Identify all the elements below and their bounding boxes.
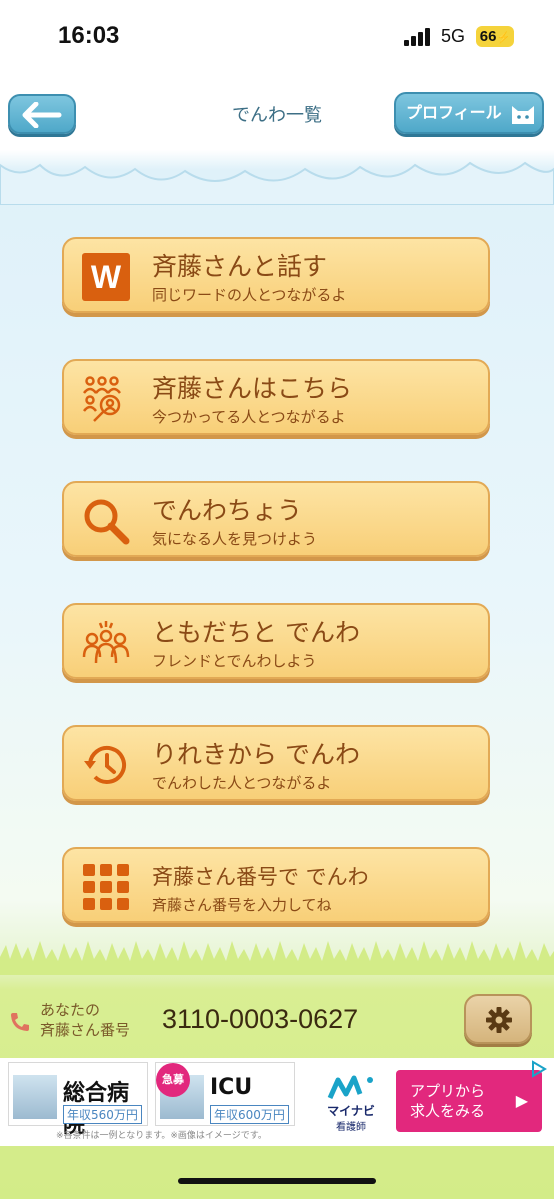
- menu-subtitle: でんわした人とつながるよ: [152, 774, 332, 792]
- header: でんわ一覧 プロフィール: [0, 70, 554, 205]
- gear-icon: [486, 1007, 512, 1033]
- grass-decoration: [0, 941, 554, 975]
- signal-icon: [404, 28, 434, 46]
- menu-friends-call[interactable]: ともだちと でんわ フレンドとでんわしよう: [62, 603, 490, 679]
- menu-subtitle: フレンドとでんわしよう: [152, 652, 317, 670]
- my-number-label: あなたの 斉藤さん番号: [40, 1000, 130, 1040]
- ad-card2-salary: 年収600万円: [210, 1105, 289, 1124]
- keypad-icon: [83, 864, 129, 910]
- settings-button[interactable]: [464, 994, 532, 1044]
- menu-subtitle: 気になる人を見つけよう: [152, 530, 318, 548]
- battery-icon: 66⚡: [476, 26, 514, 47]
- cat-icon: [512, 106, 534, 124]
- cloud-decoration: [0, 161, 554, 205]
- my-phone-number: 3110-0003-0627: [162, 1004, 359, 1034]
- menu-title: りれきから でんわ: [152, 740, 360, 769]
- ad-job-card-2[interactable]: 急募 ICU 年収600万円: [155, 1062, 295, 1126]
- ad-card2-title: ICU: [210, 1075, 253, 1100]
- ad-choices-icon[interactable]: [530, 1060, 548, 1078]
- battery-level: 66: [479, 28, 497, 45]
- home-indicator[interactable]: [178, 1178, 376, 1184]
- menu-title: 斉藤さんはこちら: [152, 374, 353, 403]
- menu-subtitle: 斉藤さん番号を入力してね: [152, 896, 332, 914]
- play-arrow-icon: ▶: [515, 1091, 528, 1110]
- menu-title: でんわちょう: [152, 496, 303, 525]
- menu-history-call[interactable]: りれきから でんわ でんわした人とつながるよ: [62, 725, 490, 801]
- ad-card1-salary: 年収560万円: [63, 1105, 142, 1124]
- menu-subtitle: 同じワードの人とつながるよ: [152, 286, 347, 304]
- ad-brand-name: マイナビ: [327, 1104, 375, 1118]
- status-time: 16:03: [58, 22, 120, 49]
- menu-talk-saito[interactable]: W 斉藤さんと話す 同じワードの人とつながるよ: [62, 237, 490, 313]
- profile-button-label: プロフィール: [406, 103, 502, 122]
- magnifier-icon: [84, 499, 130, 545]
- menu-title: ともだちと でんわ: [152, 618, 360, 647]
- menu-phonebook[interactable]: でんわちょう 気になる人を見つけよう: [62, 481, 490, 557]
- my-number-label-line1: あなたの: [40, 1001, 101, 1019]
- ad-disclaimer: ※各条件は一例となります。※画像はイメージです。: [56, 1131, 267, 1141]
- menu-subtitle: 今つかってる人とつながるよ: [152, 408, 346, 426]
- hospital-image: [13, 1075, 57, 1119]
- profile-button[interactable]: プロフィール: [394, 92, 544, 134]
- menu-title: 斉藤さん番号で でんわ: [152, 865, 369, 889]
- menu-number-call[interactable]: 斉藤さん番号で でんわ 斉藤さん番号を入力してね: [62, 847, 490, 923]
- history-icon: [84, 745, 126, 784]
- status-bar: 16:03 5G 66⚡: [0, 0, 554, 70]
- people-search-icon: [83, 376, 121, 422]
- network-type: 5G: [441, 26, 466, 46]
- my-number-label-line2: 斉藤さん番号: [40, 1021, 131, 1039]
- urgent-badge: 急募: [156, 1063, 190, 1097]
- ad-brand-sub: 看護師: [336, 1122, 366, 1133]
- ad-banner[interactable]: 総合病院 年収560万円 急募 ICU 年収600万円 ※各条件は一例となります…: [0, 1058, 554, 1146]
- friends-icon: [82, 621, 130, 664]
- ad-job-card-1[interactable]: 総合病院 年収560万円: [8, 1062, 148, 1138]
- menu-saito-here[interactable]: 斉藤さんはこちら 今つかってる人とつながるよ: [62, 359, 490, 435]
- ad-cta-button[interactable]: アプリから 求人をみる ▶: [396, 1070, 542, 1132]
- w-icon: W: [82, 253, 130, 301]
- brand-mark-icon: [327, 1075, 373, 1100]
- menu-title: 斉藤さんと話す: [152, 252, 328, 281]
- phone-icon: [11, 1013, 29, 1031]
- ad-brand-logo: マイナビ 看護師: [316, 1072, 386, 1133]
